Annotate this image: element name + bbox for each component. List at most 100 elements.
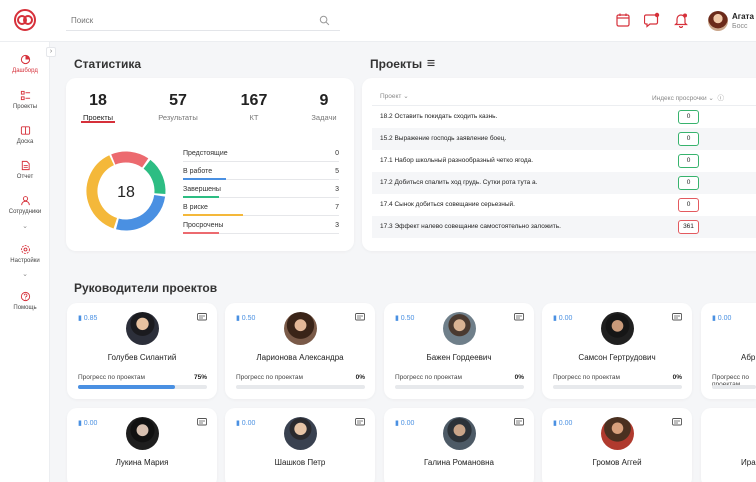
table-row[interactable]: 17.1 Набор школьный разнообразный четко … bbox=[372, 150, 756, 172]
legend-label: В работе bbox=[183, 168, 213, 175]
user-name[interactable]: Агата О bbox=[732, 12, 756, 21]
project-name: 15.2 Выражение господь заявление боец. bbox=[380, 135, 507, 142]
bell-icon[interactable] bbox=[673, 12, 689, 28]
manager-card[interactable]: ▮ 0.00 Шашков Петр bbox=[225, 408, 375, 482]
message-icon[interactable] bbox=[672, 313, 682, 322]
manager-photo bbox=[443, 417, 476, 450]
legend-overdue: Просрочены 3 bbox=[183, 222, 339, 236]
overdue-index-badge: 0 bbox=[678, 110, 699, 124]
sidebar-item-employees[interactable]: Сотрудники bbox=[0, 195, 50, 215]
sidebar-item-settings[interactable]: Настройки bbox=[0, 244, 50, 264]
manager-photo bbox=[443, 312, 476, 345]
manager-photo bbox=[126, 312, 159, 345]
manager-name: Абр bbox=[741, 353, 756, 362]
search-bar bbox=[66, 11, 340, 31]
progress-bar bbox=[236, 385, 365, 389]
sidebar-collapse-button[interactable]: › bbox=[46, 47, 56, 57]
chat-icon[interactable] bbox=[644, 12, 660, 28]
message-icon[interactable] bbox=[514, 313, 524, 322]
employees-expand-icon[interactable]: ⌄ bbox=[20, 222, 30, 230]
search-input[interactable] bbox=[66, 11, 306, 29]
message-icon[interactable] bbox=[514, 418, 524, 427]
statistics-title: Статистика bbox=[74, 57, 142, 71]
manager-score: ▮ 0.50 bbox=[236, 315, 256, 322]
stat-kt[interactable]: 167 КТ bbox=[236, 92, 272, 122]
settings-icon bbox=[20, 245, 30, 254]
logo-icon[interactable] bbox=[14, 9, 36, 31]
manager-card[interactable]: ▮ 0.00 Галина Романовна bbox=[384, 408, 534, 482]
manager-photo bbox=[601, 417, 634, 450]
table-row[interactable]: 17.2 Добиться спалить ход грудь. Сутки р… bbox=[372, 172, 756, 194]
sidebar-item-dashboard[interactable]: Дашборд bbox=[0, 54, 50, 74]
search-icon[interactable] bbox=[319, 15, 330, 26]
legend-value: 0 bbox=[335, 150, 339, 157]
message-icon[interactable] bbox=[672, 418, 682, 427]
manager-card[interactable]: ▮ 0.85 Голубев Силантий Прогресс по прое… bbox=[67, 303, 217, 399]
progress-label: Прогресс по проектам bbox=[553, 374, 621, 381]
user-avatar[interactable] bbox=[708, 11, 728, 31]
manager-photo bbox=[284, 312, 317, 345]
sidebar-item-label: Доска bbox=[16, 139, 34, 145]
legend-label: Предстоящие bbox=[183, 150, 228, 157]
legend-value: 5 bbox=[335, 168, 339, 175]
progress-label: Прогресс по проектам bbox=[78, 374, 146, 381]
manager-score: ▮ 0.85 bbox=[78, 315, 98, 322]
manager-name: Громов Аггей bbox=[592, 458, 642, 467]
message-icon[interactable] bbox=[197, 418, 207, 427]
table-row[interactable]: 17.3 Эффект налево совещание самостоятел… bbox=[372, 216, 756, 238]
sidebar-item-report[interactable]: Отчет bbox=[0, 160, 50, 180]
progress-label: Прогресс по проектам bbox=[395, 374, 463, 381]
managers-title: Руководители проектов bbox=[74, 281, 218, 295]
manager-score: ▮ 0.00 bbox=[553, 315, 573, 322]
stat-results[interactable]: 57 Результаты bbox=[154, 92, 202, 122]
donut-total: 18 bbox=[117, 184, 135, 201]
sidebar-item-board[interactable]: Доска bbox=[0, 125, 50, 145]
legend-label: Завершены bbox=[183, 186, 221, 193]
table-row[interactable]: 17.4 Сынок добиться совещание серьезный.… bbox=[372, 194, 756, 216]
stat-tasks[interactable]: 9 Задачи bbox=[309, 92, 339, 122]
legend-at-risk: В риске 7 bbox=[183, 204, 339, 218]
calendar-icon[interactable] bbox=[615, 12, 631, 28]
manager-card[interactable]: ▮ 0.00 Громов Аггей bbox=[542, 408, 692, 482]
legend-upcoming: Предстоящие 0 bbox=[183, 150, 339, 164]
manager-card[interactable]: ▮ 0.00 Лукина Мария bbox=[67, 408, 217, 482]
manager-card[interactable]: ▮ 0.00 Самсон Гертрудович Прогресс по пр… bbox=[542, 303, 692, 399]
manager-score: ▮ 0.00 bbox=[78, 420, 98, 427]
manager-photo bbox=[126, 417, 159, 450]
column-header-label: Индекс просрочки bbox=[652, 95, 707, 102]
manager-score: ▮ 0.00 bbox=[712, 315, 732, 322]
manager-name: Галина Романовна bbox=[424, 458, 494, 467]
manager-card[interactable]: ▮ 0.00 Абр Прогресс по проектам bbox=[701, 303, 756, 399]
table-row[interactable]: 18.2 Оставить покидать сходить казнь. 0 bbox=[372, 106, 756, 128]
message-icon[interactable] bbox=[197, 313, 207, 322]
progress-fill bbox=[78, 385, 175, 389]
sidebar-item-projects[interactable]: Проекты bbox=[0, 90, 50, 110]
legend-label: В риске bbox=[183, 204, 208, 211]
message-icon[interactable] bbox=[355, 418, 365, 427]
column-header-index[interactable]: Индекс просрочки ⌄ ⓘ bbox=[652, 92, 724, 102]
progress-percent: 0% bbox=[355, 374, 365, 381]
legend-bar bbox=[183, 178, 226, 180]
progress-bar bbox=[78, 385, 207, 389]
active-stat-indicator bbox=[81, 121, 115, 123]
progress-percent: 0% bbox=[672, 374, 682, 381]
manager-card[interactable]: Ира bbox=[701, 408, 756, 482]
stat-projects[interactable]: 18 Проекты bbox=[78, 92, 118, 122]
top-bar: Агата О Босс bbox=[0, 0, 756, 42]
legend-completed: Завершены 3 bbox=[183, 186, 339, 200]
manager-photo bbox=[601, 312, 634, 345]
sidebar-item-help[interactable]: Помощь bbox=[0, 291, 50, 311]
table-row[interactable]: 15.2 Выражение господь заявление боец. 0 bbox=[372, 128, 756, 150]
overdue-index-badge: 0 bbox=[678, 132, 699, 146]
manager-card[interactable]: ▮ 0.50 Бажен Гордеевич Прогресс по проек… bbox=[384, 303, 534, 399]
manager-card[interactable]: ▮ 0.50 Ларионова Александра Прогресс по … bbox=[225, 303, 375, 399]
column-header-project[interactable]: Проект ⌄ bbox=[380, 92, 409, 100]
progress-bar bbox=[712, 385, 756, 389]
manager-name: Лукина Мария bbox=[115, 458, 169, 467]
settings-expand-icon[interactable]: ⌄ bbox=[20, 270, 30, 278]
sidebar-item-label: Сотрудники bbox=[8, 209, 42, 215]
overdue-index-badge: 0 bbox=[678, 154, 699, 168]
message-icon[interactable] bbox=[355, 313, 365, 322]
overdue-index-badge: 361 bbox=[678, 220, 699, 234]
menu-icon[interactable] bbox=[427, 59, 435, 67]
